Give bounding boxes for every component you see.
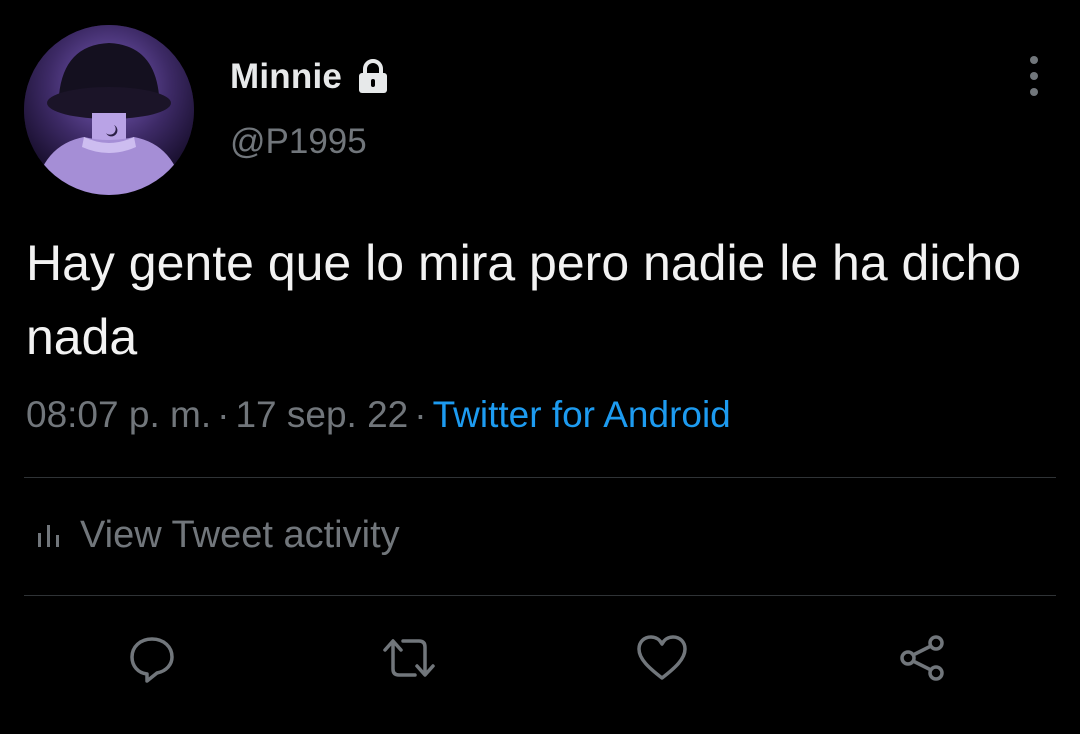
dot	[1030, 72, 1038, 80]
dot	[1030, 88, 1038, 96]
tweet-meta: 08:07 p. m. · 17 sep. 22 · Twitter for Andro…	[26, 394, 731, 436]
heart-icon[interactable]	[632, 628, 692, 688]
action-bar	[0, 628, 1080, 688]
retweet-icon[interactable]	[379, 628, 439, 688]
dot	[1030, 56, 1038, 64]
user-handle[interactable]: @P1995	[230, 122, 367, 162]
view-tweet-activity[interactable]: View Tweet activity	[36, 514, 400, 557]
avatar-image	[24, 25, 194, 195]
divider	[24, 595, 1056, 596]
share-icon[interactable]	[892, 628, 952, 688]
analytics-icon	[36, 523, 62, 549]
name-row: Minnie	[230, 54, 390, 100]
divider	[24, 477, 1056, 478]
tweet-source-link[interactable]: Twitter for Android	[433, 394, 731, 435]
view-tweet-activity-label: View Tweet activity	[80, 514, 400, 556]
lock-icon	[356, 59, 390, 95]
tweet-detail: Minnie @P1995 Hay gente que lo mira pero…	[0, 0, 1080, 734]
display-name[interactable]: Minnie	[230, 57, 342, 97]
meta-separator: ·	[414, 394, 427, 435]
more-options-icon[interactable]	[1018, 56, 1050, 96]
tweet-time[interactable]: 08:07 p. m.	[26, 394, 211, 435]
tweet-date[interactable]: 17 sep. 22	[235, 394, 408, 435]
avatar[interactable]	[24, 25, 194, 195]
meta-separator: ·	[217, 394, 230, 435]
reply-icon[interactable]	[122, 628, 182, 688]
tweet-text: Hay gente que lo mira pero nadie le ha d…	[26, 235, 1022, 365]
